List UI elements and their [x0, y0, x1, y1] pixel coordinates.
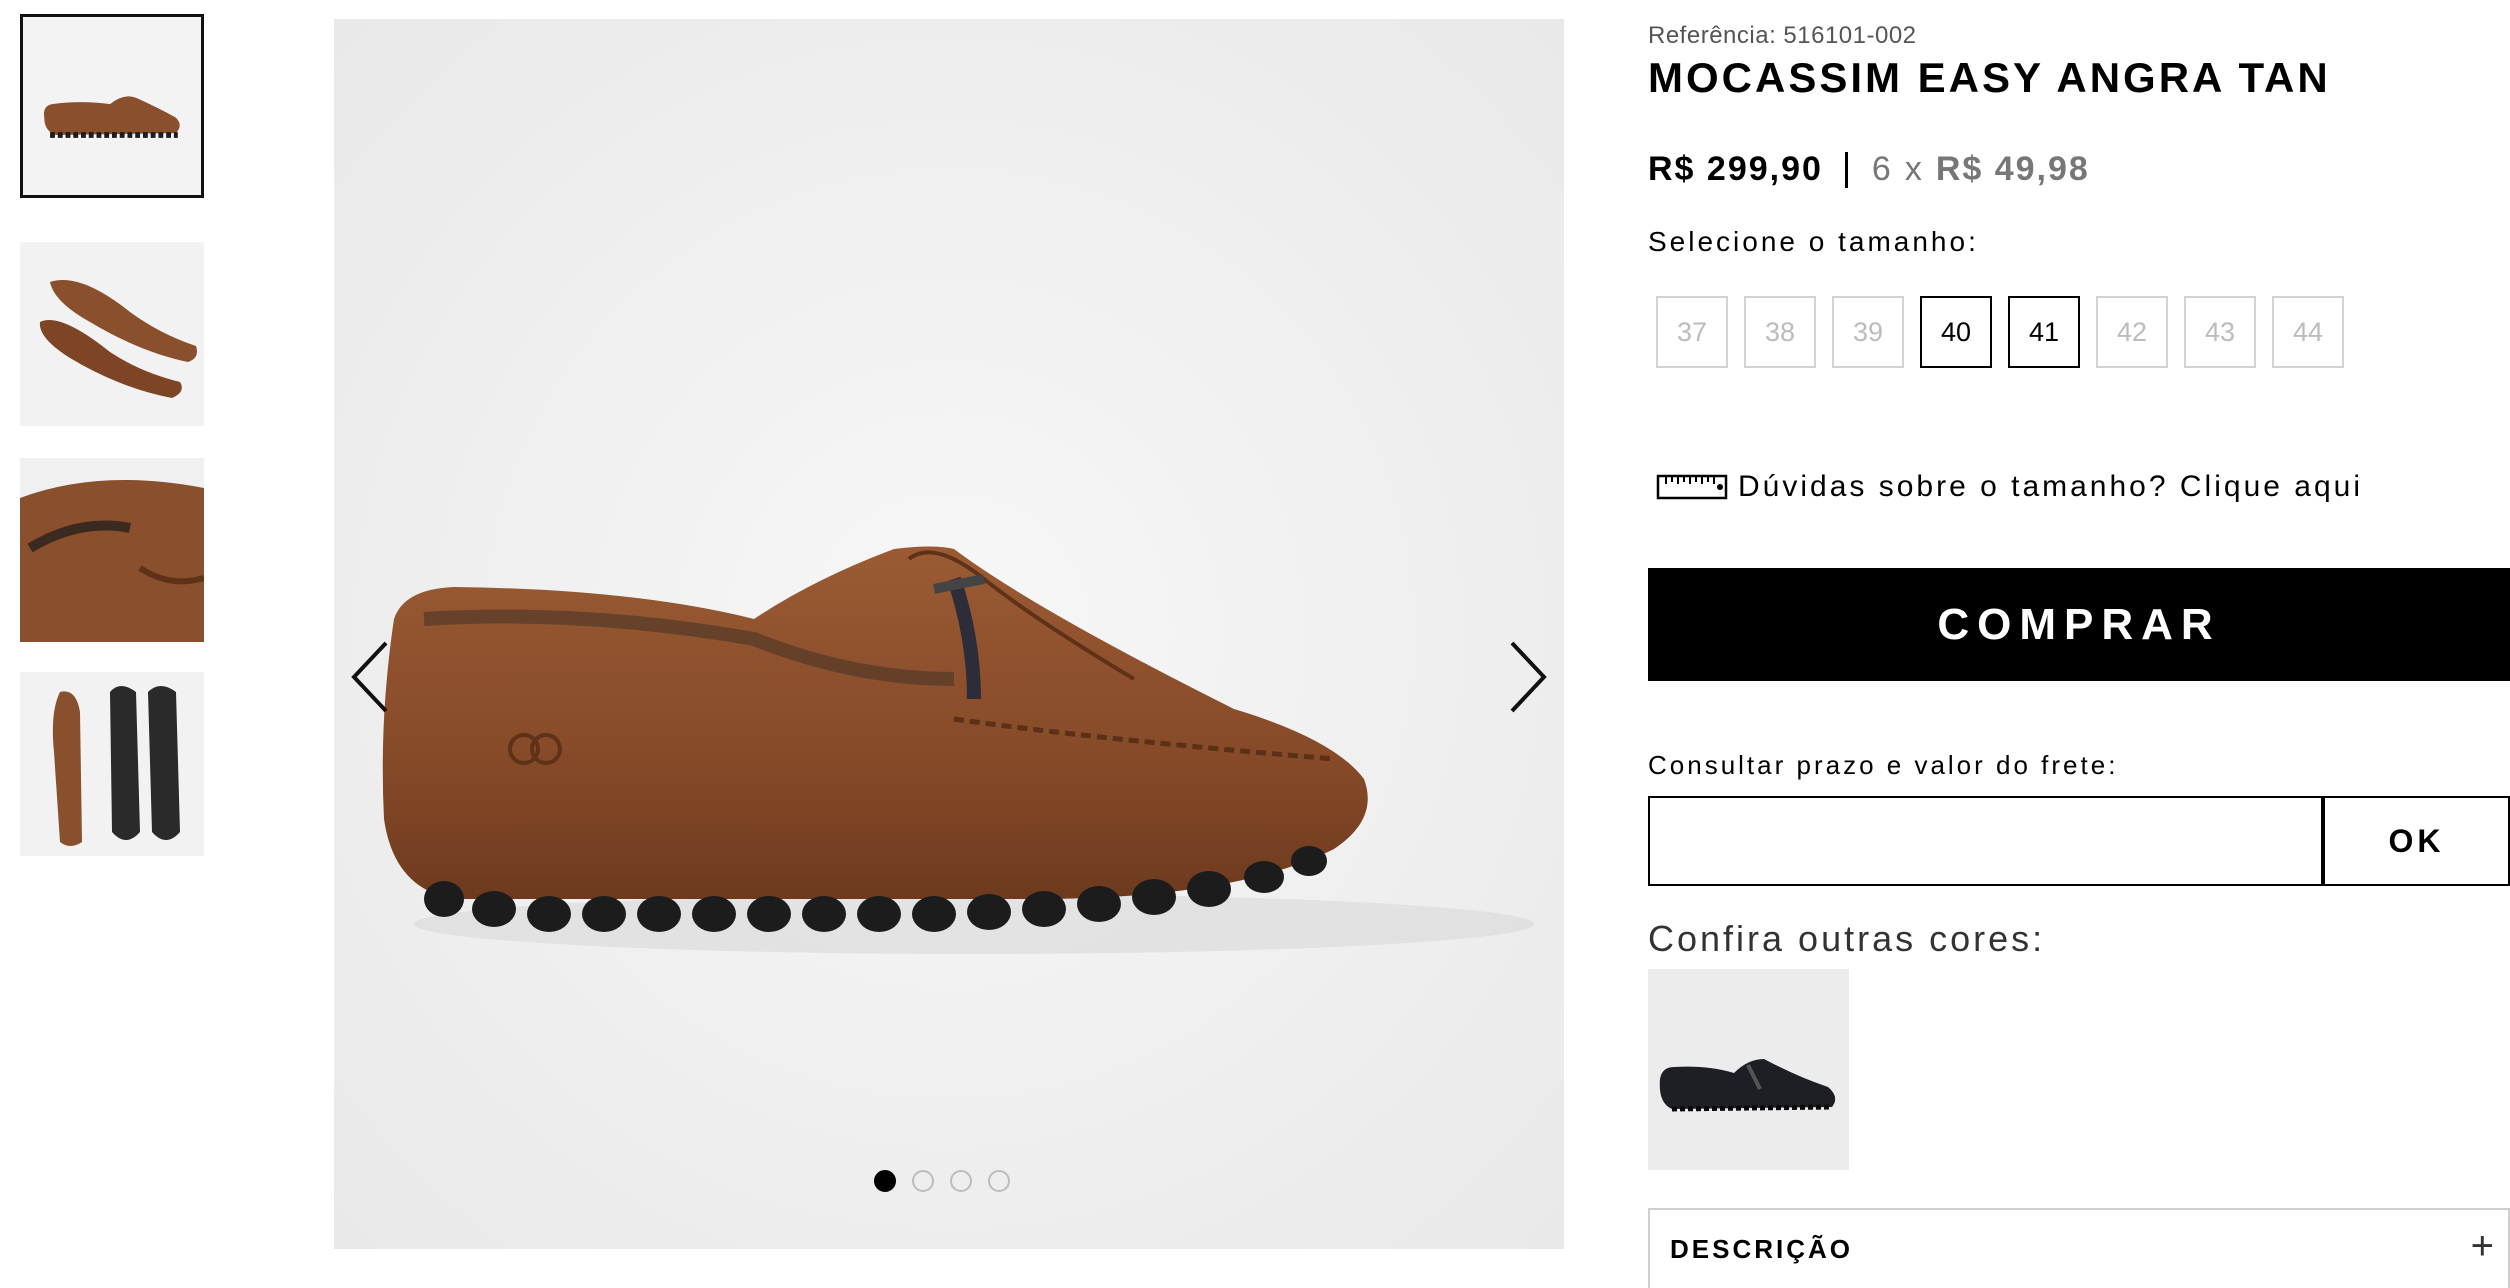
thumbnail-detail-view[interactable]: [20, 458, 204, 642]
carousel-dots: [874, 1170, 1010, 1192]
previous-image-arrow[interactable]: [348, 639, 392, 715]
size-option-43[interactable]: 43: [2184, 296, 2256, 368]
size-options: 37 38 39 40 41 42 43 44: [1656, 296, 2344, 368]
freight-cep-input[interactable]: [1648, 796, 2323, 886]
description-label: DESCRIÇÃO: [1670, 1234, 1854, 1264]
installments-count: 6: [1871, 150, 1893, 188]
size-option-39[interactable]: 39: [1832, 296, 1904, 368]
size-option-41[interactable]: 41: [2008, 296, 2080, 368]
installment-value: R$ 49,98: [1935, 150, 2090, 188]
shoe-sole-thumbnail-image: [20, 672, 204, 856]
thumbnail-side-view[interactable]: [20, 14, 204, 198]
thumbnail-pair-view[interactable]: [20, 242, 204, 426]
black-loafer-image: [1648, 969, 1849, 1170]
color-swatch-black[interactable]: [1648, 969, 1849, 1170]
size-option-38[interactable]: 38: [1744, 296, 1816, 368]
thumbnail-sole-view[interactable]: [20, 672, 204, 856]
carousel-dot-2[interactable]: [912, 1170, 934, 1192]
next-image-arrow[interactable]: [1506, 639, 1550, 715]
price-row: R$ 299,90 6 x R$ 49,98: [1648, 150, 2090, 189]
ruler-icon: [1656, 474, 1728, 500]
shoe-pair-thumbnail-image: [20, 242, 204, 426]
product-reference: Referência: 516101-002: [1648, 22, 1917, 49]
description-accordion[interactable]: DESCRIÇÃO +: [1648, 1208, 2510, 1288]
carousel-dot-1[interactable]: [874, 1170, 896, 1192]
price-separator: [1844, 151, 1848, 188]
size-option-42[interactable]: 42: [2096, 296, 2168, 368]
buy-button[interactable]: COMPRAR: [1648, 568, 2510, 681]
carousel-dot-4[interactable]: [988, 1170, 1010, 1192]
size-option-37[interactable]: 37: [1656, 296, 1728, 368]
size-guide-link[interactable]: Dúvidas sobre o tamanho? Clique aqui: [1656, 470, 2363, 504]
product-title: MOCASSIM EASY ANGRA TAN: [1648, 54, 2331, 101]
installments-x: x: [1904, 150, 1924, 188]
loafer-illustration: [334, 19, 1564, 1249]
freight-ok-button[interactable]: OK: [2323, 796, 2510, 886]
chevron-right-icon: [1510, 641, 1547, 713]
carousel-dot-3[interactable]: [950, 1170, 972, 1192]
other-colors-label: Confira outras cores:: [1648, 918, 2046, 959]
size-selector-label: Selecione o tamanho:: [1648, 226, 1979, 257]
plus-icon: +: [2470, 1224, 2494, 1268]
product-price: R$ 299,90: [1648, 150, 1823, 188]
size-option-40[interactable]: 40: [1920, 296, 1992, 368]
size-option-44[interactable]: 44: [2272, 296, 2344, 368]
size-guide-text: Dúvidas sobre o tamanho? Clique aqui: [1738, 470, 2363, 503]
shoe-detail-thumbnail-image: [20, 458, 204, 642]
shoe-thumbnail-image: [23, 17, 201, 195]
main-product-image: [334, 19, 1564, 1249]
freight-label: Consultar prazo e valor do frete:: [1648, 750, 2119, 780]
chevron-left-icon: [351, 641, 388, 713]
